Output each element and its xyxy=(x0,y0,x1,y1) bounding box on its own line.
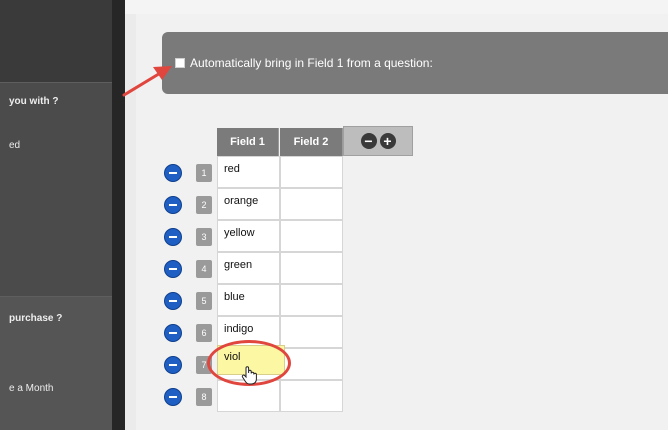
field-2-cell[interactable] xyxy=(280,284,343,316)
table-row: 5 blue xyxy=(164,284,344,316)
table-row: 1 red xyxy=(164,156,344,188)
sidebar-question-1[interactable]: you with ? xyxy=(9,96,58,107)
field-1-cell[interactable]: orange xyxy=(217,188,280,220)
remove-row-icon[interactable] xyxy=(164,356,182,374)
field-1-cell[interactable]: red xyxy=(217,156,280,188)
remove-row-icon[interactable] xyxy=(164,164,182,182)
hand-cursor-icon xyxy=(241,366,257,385)
remove-column-button[interactable]: − xyxy=(360,133,377,149)
row-number[interactable]: 1 xyxy=(196,164,212,182)
remove-row-icon[interactable] xyxy=(164,324,182,342)
remove-row-icon[interactable] xyxy=(164,196,182,214)
row-number[interactable]: 5 xyxy=(196,292,212,310)
table-row: 3 yellow xyxy=(164,220,344,252)
remove-row-icon[interactable] xyxy=(164,260,182,278)
field-2-cell[interactable] xyxy=(280,252,343,284)
remove-row-icon[interactable] xyxy=(164,228,182,246)
field-2-cell[interactable] xyxy=(280,188,343,220)
row-number[interactable]: 8 xyxy=(196,388,212,406)
row-number[interactable]: 3 xyxy=(196,228,212,246)
sidebar-divider xyxy=(0,82,112,83)
column-header-field-2[interactable]: Field 2 xyxy=(280,128,343,156)
table-row: 4 green xyxy=(164,252,344,284)
field-2-cell[interactable] xyxy=(280,380,343,412)
auto-field-checkbox[interactable] xyxy=(175,58,185,68)
field-1-cell[interactable]: green xyxy=(217,252,280,284)
field-1-cell[interactable]: yellow xyxy=(217,220,280,252)
content-top-strip xyxy=(125,0,668,14)
remove-row-icon[interactable] xyxy=(164,388,182,406)
table-row: 2 orange xyxy=(164,188,344,220)
auto-field-label[interactable]: Automatically bring in Field 1 from a qu… xyxy=(190,56,433,70)
sidebar-header xyxy=(0,0,112,82)
add-column-button[interactable]: + xyxy=(379,133,396,149)
sidebar-question-2[interactable]: purchase ? xyxy=(9,313,62,324)
sidebar-answer-1[interactable]: ed xyxy=(9,140,20,151)
row-number[interactable]: 2 xyxy=(196,196,212,214)
row-number[interactable]: 6 xyxy=(196,324,212,342)
left-sidebar: you with ? ed purchase ? e a Month xyxy=(0,0,112,430)
field-2-cell[interactable] xyxy=(280,316,343,348)
remove-row-icon[interactable] xyxy=(164,292,182,310)
column-tools: − + xyxy=(343,126,413,156)
field-2-cell[interactable] xyxy=(280,156,343,188)
sidebar-answer-2[interactable]: e a Month xyxy=(9,383,53,394)
column-header-field-1[interactable]: Field 1 xyxy=(217,128,279,156)
field-1-cell[interactable]: blue xyxy=(217,284,280,316)
row-number[interactable]: 4 xyxy=(196,260,212,278)
field-2-cell[interactable] xyxy=(280,220,343,252)
sidebar-splitter[interactable] xyxy=(112,0,125,430)
sidebar-divider xyxy=(0,296,112,297)
